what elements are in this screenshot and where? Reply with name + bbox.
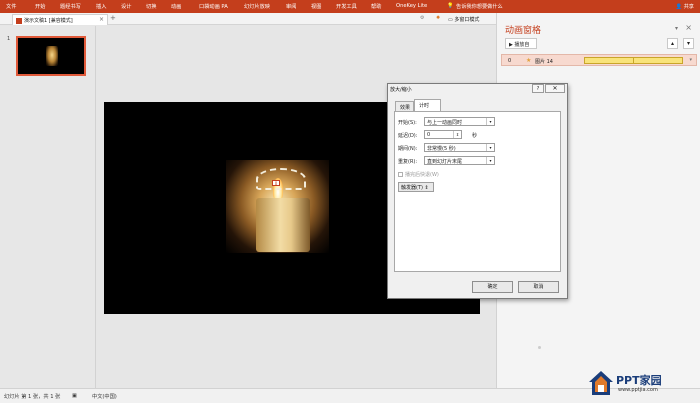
gear-icon[interactable]: ✹ <box>436 15 440 21</box>
tab-pocket-animation[interactable]: 口袋动画 PA <box>199 3 228 10</box>
chevron-down-icon: ▾ <box>486 144 494 151</box>
watermark-url: www.pptjia.com <box>618 387 658 393</box>
tab-developer[interactable]: 开发工具 <box>336 3 357 10</box>
duration-select-value: 非常慢(5 秒) <box>427 146 456 152</box>
chevron-down-icon: ▾ <box>486 157 494 164</box>
house-logo-icon <box>589 371 613 395</box>
tab-handwriting[interactable]: 题经书写 <box>60 3 81 10</box>
play-from-button[interactable]: ▶ 播放自 <box>505 38 537 49</box>
multi-window-toggle[interactable]: ▭ 多窗口模式 <box>448 16 479 23</box>
start-select[interactable]: 与上一动画同时 ▾ <box>424 117 495 126</box>
document-tab-label: 演示文稿1 [兼容模式] <box>24 18 73 24</box>
candle-lace-image <box>256 168 306 190</box>
person-icon: 👤 <box>675 4 682 10</box>
tab-slideshow[interactable]: 幻灯片放映 <box>244 3 270 10</box>
powerpoint-icon <box>16 17 22 24</box>
animation-item-dropdown-icon[interactable]: ▾ <box>689 57 692 63</box>
repeat-label: 重复(R): <box>398 159 418 165</box>
move-down-icon[interactable]: ▾ <box>683 38 694 49</box>
delay-spinner[interactable]: 0 ⇕ <box>424 130 462 139</box>
settings-icon[interactable]: ⚙ <box>420 15 424 21</box>
tab-design[interactable]: 设计 <box>121 3 131 10</box>
scroll-indicator <box>538 346 541 349</box>
tab-view[interactable]: 视图 <box>311 3 321 10</box>
repeat-select[interactable]: 直到幻灯片末尾 ▾ <box>424 156 495 165</box>
candle-picture[interactable] <box>226 160 329 253</box>
ok-button[interactable]: 确定 <box>472 281 513 293</box>
tab-home[interactable]: 开始 <box>35 3 45 10</box>
window-mode-bar: ⚙ ✹ ▭ 多窗口模式 <box>418 13 496 25</box>
tab-insert[interactable]: 插入 <box>96 3 106 10</box>
ribbon-tab-bar: 文件 开始 题经书写 插入 设计 切换 动画 口袋动画 PA 幻灯片放映 审阅 … <box>0 0 700 13</box>
animation-pane-title: 动画窗格 <box>505 26 542 36</box>
share-button[interactable]: 👤 共享 <box>675 3 694 10</box>
zoom-animation-dialog: 放大/缩小 ? ✕ 效果 计时 开始(S): 与上一动画同时 ▾ 延迟(D): … <box>387 83 568 299</box>
animation-timeline-bar[interactable] <box>584 57 683 64</box>
animation-order-badge[interactable]: 0 <box>272 180 280 186</box>
cancel-button[interactable]: 取消 <box>518 281 559 293</box>
candle-thumbnail-image <box>46 46 58 66</box>
slide-count-status: 幻灯片 第 1 张，共 1 张 <box>4 394 61 400</box>
language-status[interactable]: 中文(中国) <box>92 393 117 400</box>
tab-animations[interactable]: 动画 <box>171 3 181 10</box>
tab-help[interactable]: 帮助 <box>371 3 381 10</box>
tab-onekey-lite[interactable]: OneKey Lite <box>396 3 427 9</box>
help-button[interactable]: ? <box>532 84 544 93</box>
tab-file[interactable]: 文件 <box>6 3 16 10</box>
delay-unit: 秒 <box>472 133 478 139</box>
watermark-brand: PPT家园 <box>616 374 662 387</box>
tab-review[interactable]: 审阅 <box>286 3 296 10</box>
pane-options-icon[interactable]: ▾ <box>675 25 678 32</box>
rewind-label: 播完后快退(W) <box>405 172 439 178</box>
multi-window-label: 多窗口模式 <box>454 17 480 23</box>
duration-label: 期间(N): <box>398 146 418 152</box>
animation-list-item[interactable]: 0 ★ 图片 14 ▾ <box>501 54 697 66</box>
dialog-title: 放大/缩小 <box>390 87 412 93</box>
spinner-icon: ⇕ <box>453 131 461 138</box>
slide-number: 1 <box>7 36 11 42</box>
animation-item-label: 图片 14 <box>535 59 553 65</box>
close-tab-icon[interactable]: × <box>99 16 104 23</box>
spellcheck-icon[interactable]: ▣ <box>72 393 77 399</box>
document-tab[interactable]: 演示文稿1 [兼容模式] × <box>12 14 108 25</box>
chevron-down-icon: ▾ <box>486 118 494 125</box>
duration-select[interactable]: 非常慢(5 秒) ▾ <box>424 143 495 152</box>
pptjia-logo: PPT家园 www.pptjia.com <box>588 366 698 401</box>
delay-label: 延迟(D): <box>398 133 418 139</box>
start-label: 开始(S): <box>398 120 417 126</box>
slide-thumbnail-pane <box>0 26 96 388</box>
timeline-tick <box>633 58 634 63</box>
delay-value: 0 <box>427 132 431 138</box>
new-tab-button[interactable]: + <box>110 14 116 22</box>
start-select-value: 与上一动画同时 <box>427 120 463 126</box>
repeat-select-value: 直到幻灯片末尾 <box>427 159 463 165</box>
emphasis-star-icon: ★ <box>526 57 532 64</box>
tab-effect[interactable]: 效果 <box>395 101 414 111</box>
slide-thumbnail[interactable] <box>16 36 86 76</box>
close-icon[interactable]: × <box>685 23 692 32</box>
move-up-icon[interactable]: ▴ <box>667 38 678 49</box>
checkbox-box <box>398 172 403 177</box>
tab-transitions[interactable]: 切换 <box>146 3 156 10</box>
lightbulb-icon: 💡 <box>447 3 454 9</box>
animation-item-number: 0 <box>508 58 512 64</box>
window-icon: ▭ <box>448 17 453 23</box>
rewind-checkbox[interactable]: 播完后快退(W) <box>398 171 439 178</box>
share-label: 共享 <box>683 4 694 10</box>
tell-me-search[interactable]: 告诉我你想要做什么 <box>456 3 503 10</box>
trigger-button[interactable]: 触发器(T) ⇕ <box>398 182 434 192</box>
dialog-close-button[interactable]: ✕ <box>545 84 565 93</box>
candle-body-image <box>256 198 310 252</box>
